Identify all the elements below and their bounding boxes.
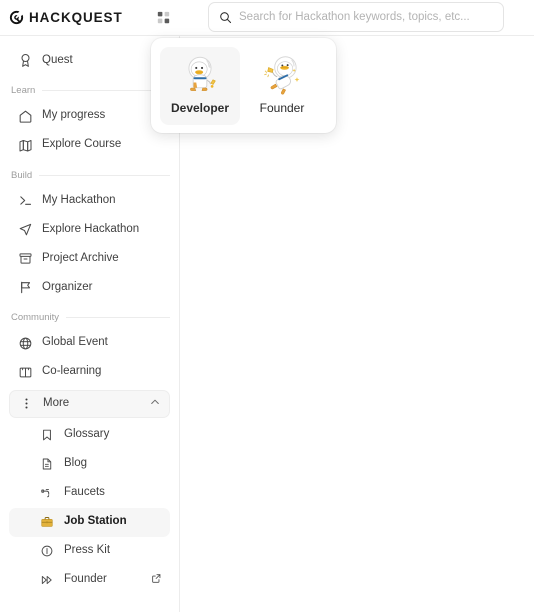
home-icon xyxy=(17,108,33,124)
sidebar-item-explore-course[interactable]: Explore Course xyxy=(9,131,170,160)
role-option-label: Founder xyxy=(259,100,305,115)
sidebar-subitem-blog[interactable]: Blog xyxy=(9,450,170,479)
sidebar-section-community: Community xyxy=(9,313,170,323)
sidebar-item-project-archive[interactable]: Project Archive xyxy=(9,244,170,273)
search-icon xyxy=(219,11,232,24)
globe-icon xyxy=(17,335,33,351)
sidebar-item-label: My Hackathon xyxy=(42,193,116,206)
sidebar-section-learn: Learn xyxy=(9,86,170,96)
navigation-arrow-icon xyxy=(17,222,33,238)
bookmark-icon xyxy=(39,427,55,443)
sidebar-subitem-label: Job Station xyxy=(64,515,127,528)
brand[interactable]: HACKQUEST xyxy=(9,10,141,25)
sidebar-subitem-glossary[interactable]: Glossary xyxy=(9,421,170,450)
info-circle-icon xyxy=(39,543,55,559)
top-header: HACKQUEST xyxy=(0,0,534,36)
sidebar-item-label: Co-learning xyxy=(42,365,102,378)
duck-astronaut-founder-icon xyxy=(256,53,308,99)
sidebar-item-label: More xyxy=(43,396,70,409)
sidebar-item-label: Quest xyxy=(42,53,73,66)
sidebar-subitem-label: Blog xyxy=(64,457,88,470)
document-icon xyxy=(39,456,55,472)
sidebar-subitem-press-kit[interactable]: Press Kit xyxy=(9,537,170,566)
open-book-icon xyxy=(17,364,33,380)
section-divider xyxy=(39,174,170,176)
sidebar-item-my-progress[interactable]: My progress xyxy=(9,102,170,131)
briefcase-icon xyxy=(39,514,55,530)
medal-icon xyxy=(17,53,33,69)
sidebar-subitem-label: Faucets xyxy=(64,486,105,499)
sidebar-subitem-label: Founder xyxy=(64,573,107,586)
sidebar-item-quest[interactable]: Quest xyxy=(9,46,170,75)
sidebar-subitem-faucets[interactable]: Faucets xyxy=(9,479,170,508)
role-option-developer[interactable]: Developer xyxy=(160,46,240,125)
sidebar-item-label: Project Archive xyxy=(42,251,119,264)
sidebar-item-label: Explore Course xyxy=(42,138,122,151)
role-option-founder[interactable]: Founder xyxy=(242,47,322,125)
role-selector-dropdown: Developer Founder xyxy=(151,38,336,133)
terminal-icon xyxy=(17,193,33,209)
section-title: Learn xyxy=(11,85,36,96)
sidebar-item-label: Explore Hackathon xyxy=(42,222,140,235)
sidebar-item-label: Global Event xyxy=(42,336,108,349)
role-option-label: Developer xyxy=(170,100,230,115)
chevron-up-icon[interactable] xyxy=(149,396,161,411)
grid-apps-icon[interactable] xyxy=(152,7,174,29)
search-input[interactable] xyxy=(239,11,493,23)
section-title: Build xyxy=(11,169,33,181)
archive-box-icon xyxy=(17,251,33,267)
map-icon xyxy=(17,137,33,153)
sidebar-item-global-event[interactable]: Global Event xyxy=(9,329,170,358)
double-arrow-icon xyxy=(39,572,55,588)
sidebar-item-label: Organizer xyxy=(42,280,93,293)
app-root: HACKQUEST Search for Hackathon keywords,… xyxy=(0,0,534,612)
sidebar-subitem-label: Glossary xyxy=(64,428,110,441)
vertical-dots-icon xyxy=(18,396,34,412)
faucet-icon xyxy=(39,485,55,501)
sidebar-item-label: My progress xyxy=(42,109,106,122)
section-title: Community xyxy=(11,312,60,323)
sidebar-subitem-label: Press Kit xyxy=(64,544,111,557)
duck-astronaut-developer-icon xyxy=(174,53,226,99)
flag-icon xyxy=(17,280,33,296)
sidebar-item-my-hackathon[interactable]: My Hackathon xyxy=(9,186,170,215)
sidebar-subitem-founder[interactable]: Founder xyxy=(9,566,170,595)
section-divider xyxy=(66,317,170,319)
brand-name: HACKQUEST xyxy=(29,10,123,25)
sidebar-item-explore-hackathon[interactable]: Explore Hackathon xyxy=(9,215,170,244)
sidebar-item-co-learning[interactable]: Co-learning xyxy=(9,358,170,387)
hackquest-logo-icon xyxy=(9,10,24,25)
sidebar-item-more[interactable]: More xyxy=(9,389,170,418)
search-box[interactable] xyxy=(208,2,504,32)
external-link-icon[interactable] xyxy=(151,573,162,587)
sidebar-section-build: Build xyxy=(9,169,170,181)
sidebar-item-organizer[interactable]: Organizer xyxy=(9,273,170,302)
sidebar-subitem-job-station[interactable]: Job Station xyxy=(9,507,170,537)
